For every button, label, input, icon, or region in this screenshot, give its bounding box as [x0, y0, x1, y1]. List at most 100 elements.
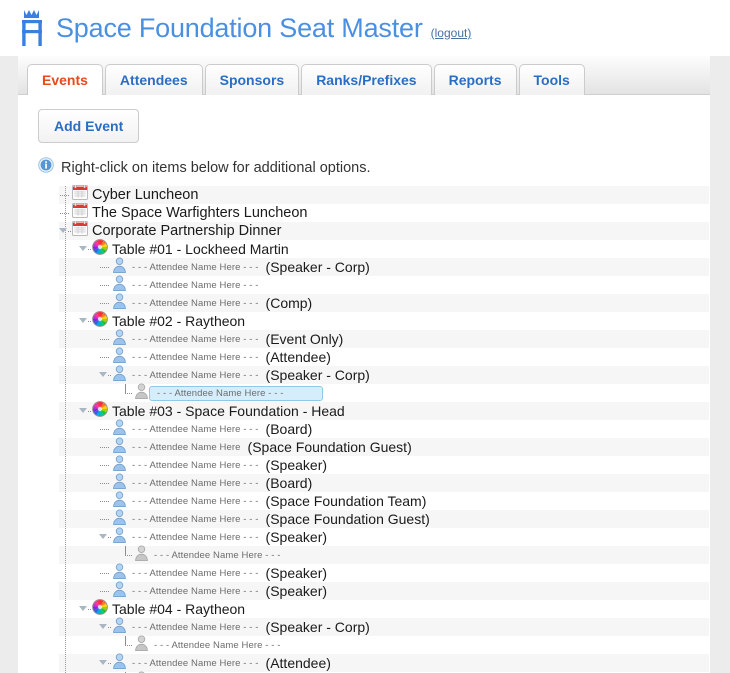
tree-row-table[interactable]: Table #03 - Space Foundation - Head	[59, 402, 729, 420]
row-indent	[59, 600, 79, 618]
table-label: Table #02 - Raytheon	[112, 313, 245, 329]
attendee-role-label: (Board)	[266, 421, 313, 437]
tree-row-table[interactable]: Table #01 - Lockheed Martin	[59, 240, 729, 258]
tree-row-attendee[interactable]: - - - Attendee Name Here - - -(Speaker)	[59, 528, 729, 546]
tree-row-attendee[interactable]: - - - Attendee Name Here - - - (Comp)	[59, 294, 729, 312]
collapse-triangle-icon[interactable]	[99, 654, 112, 672]
row-indent	[59, 510, 99, 528]
attendee-name-placeholder: - - - Attendee Name Here - - -	[132, 568, 259, 579]
collapse-triangle-icon[interactable]	[79, 402, 92, 420]
tree-row-attendee[interactable]: - - - Attendee Name Here - - -	[59, 546, 729, 564]
tab-ranks-prefixes[interactable]: Ranks/Prefixes	[301, 64, 431, 95]
tree-row-event[interactable]: Cyber Luncheon	[59, 186, 729, 204]
attendee-name-placeholder: - - - Attendee Name Here - - -	[157, 388, 284, 399]
tree-elbow-icon	[121, 546, 134, 564]
tree-row-attendee[interactable]: - - - Attendee Name Here - - -(Speaker -…	[59, 366, 729, 384]
tree-row-attendee[interactable]: - - - Attendee Name Here - - -(Speaker)	[59, 456, 729, 474]
row-indent	[59, 420, 99, 438]
row-indent	[59, 312, 79, 330]
attendee-role-label: (Speaker - Corp)	[266, 259, 370, 275]
tree-branch-icon	[99, 330, 112, 348]
collapse-triangle-icon[interactable]	[59, 222, 72, 240]
color-wheel-icon	[92, 401, 108, 422]
tab-sponsors[interactable]: Sponsors	[205, 64, 300, 95]
person-gray-icon	[134, 545, 149, 566]
tree-row-event[interactable]: The Space Warfighters Luncheon	[59, 204, 729, 222]
row-indent	[59, 366, 99, 384]
attendee-role-label: (Speaker)	[266, 583, 327, 599]
tree-row-attendee[interactable]: - - - Attendee Name Here - - -(Attendee)	[59, 654, 729, 672]
row-indent	[59, 654, 99, 672]
row-indent	[59, 636, 121, 654]
tree-branch-icon	[99, 492, 112, 510]
logout-link[interactable]: (logout)	[431, 26, 472, 40]
collapse-triangle-icon[interactable]	[79, 240, 92, 258]
row-indent	[59, 618, 99, 636]
collapse-triangle-icon[interactable]	[79, 600, 92, 618]
tree-row-attendee[interactable]: - - - Attendee Name Here - - - (Space Fou…	[59, 492, 729, 510]
row-indent	[59, 546, 121, 564]
attendee-name-placeholder: - - - Attendee Name Here - - -	[132, 298, 259, 309]
row-indent	[59, 240, 79, 258]
attendee-name-placeholder: - - - Attendee Name Here - - -	[132, 280, 259, 291]
person-gray-icon	[134, 635, 149, 656]
attendee-role-label: (Space Foundation Guest)	[266, 511, 430, 527]
tree-row-attendee[interactable]: - - - Attendee Name Here - - - (Speaker -…	[59, 258, 729, 276]
row-indent	[59, 384, 121, 402]
tab-attendees[interactable]: Attendees	[105, 64, 203, 95]
tree-branch-icon	[99, 276, 112, 294]
tree-branch-icon	[99, 564, 112, 582]
color-wheel-icon	[92, 599, 108, 620]
add-event-button[interactable]: Add Event	[38, 109, 139, 143]
attendee-role-label: (Speaker - Corp)	[266, 619, 370, 635]
tree-row-attendee[interactable]: - - - Attendee Name Here - - -	[59, 276, 729, 294]
row-indent	[59, 330, 99, 348]
tab-tools[interactable]: Tools	[519, 64, 585, 95]
attendee-name-placeholder: - - - Attendee Name Here - - -	[132, 496, 259, 507]
row-indent	[59, 276, 99, 294]
attendee-role-label: (Board)	[266, 475, 313, 491]
main-content: Add Event Right-click on items below for…	[18, 95, 710, 673]
tree-elbow-icon	[121, 384, 134, 402]
attendee-name-placeholder: - - - Attendee Name Here - - -	[132, 370, 259, 381]
tree-row-table[interactable]: Table #02 - Raytheon	[59, 312, 729, 330]
tree-row-table[interactable]: Table #04 - Raytheon	[59, 600, 729, 618]
attendee-role-label: (Speaker)	[266, 565, 327, 581]
row-indent	[59, 474, 99, 492]
tree-row-attendee[interactable]: - - - Attendee Name Here - - -(Speaker)	[59, 582, 729, 600]
person-gray-icon	[134, 383, 149, 404]
tab-events[interactable]: Events	[27, 64, 103, 95]
tree-row-attendee[interactable]: - - - Attendee Name Here - - -(Board)	[59, 474, 729, 492]
attendee-name-placeholder: - - - Attendee Name Here	[132, 442, 241, 453]
row-indent	[59, 582, 99, 600]
attendee-role-label: (Space Foundation Team)	[266, 493, 427, 509]
collapse-triangle-icon[interactable]	[99, 528, 112, 546]
tree-branch-icon	[99, 348, 112, 366]
tree-branch-icon	[99, 582, 112, 600]
tree-row-attendee[interactable]: - - - Attendee Name Here - - - (Speaker)	[59, 564, 729, 582]
attendee-role-label: (Attendee)	[266, 655, 331, 671]
attendee-role-label: (Comp)	[266, 295, 313, 311]
tree-row-attendee[interactable]: - - - Attendee Name Here(Space Foundatio…	[59, 438, 729, 456]
color-wheel-icon	[92, 311, 108, 332]
tab-reports[interactable]: Reports	[434, 64, 517, 95]
color-wheel-icon	[92, 239, 108, 260]
row-indent	[59, 348, 99, 366]
tree-row-event[interactable]: Corporate Partnership Dinner	[59, 222, 729, 240]
tree-row-attendee[interactable]: - - - Attendee Name Here - - -(Event Onl…	[59, 330, 729, 348]
tree-row-attendee[interactable]: - - - Attendee Name Here - - -	[59, 384, 729, 402]
tree-row-attendee[interactable]: - - - Attendee Name Here - - -	[59, 636, 729, 654]
tree-row-attendee[interactable]: - - - Attendee Name Here - - -(Attendee)	[59, 348, 729, 366]
row-indent	[59, 294, 99, 312]
collapse-triangle-icon[interactable]	[99, 366, 112, 384]
tree-row-attendee[interactable]: - - - Attendee Name Here - - -(Speaker -…	[59, 618, 729, 636]
main-panel: EventsAttendeesSponsorsRanks/PrefixesRep…	[18, 56, 710, 673]
attendee-name-placeholder: - - - Attendee Name Here - - -	[132, 262, 259, 273]
tree-row-attendee[interactable]: - - - Attendee Name Here - - -(Space Fou…	[59, 510, 729, 528]
collapse-triangle-icon[interactable]	[99, 618, 112, 636]
hint-text: Right-click on items below for additiona…	[61, 160, 370, 176]
selected-row-highlight[interactable]: - - - Attendee Name Here - - -	[149, 386, 323, 401]
collapse-triangle-icon[interactable]	[79, 312, 92, 330]
tree-row-attendee[interactable]: - - - Attendee Name Here - - -(Board)	[59, 420, 729, 438]
row-indent	[59, 258, 99, 276]
